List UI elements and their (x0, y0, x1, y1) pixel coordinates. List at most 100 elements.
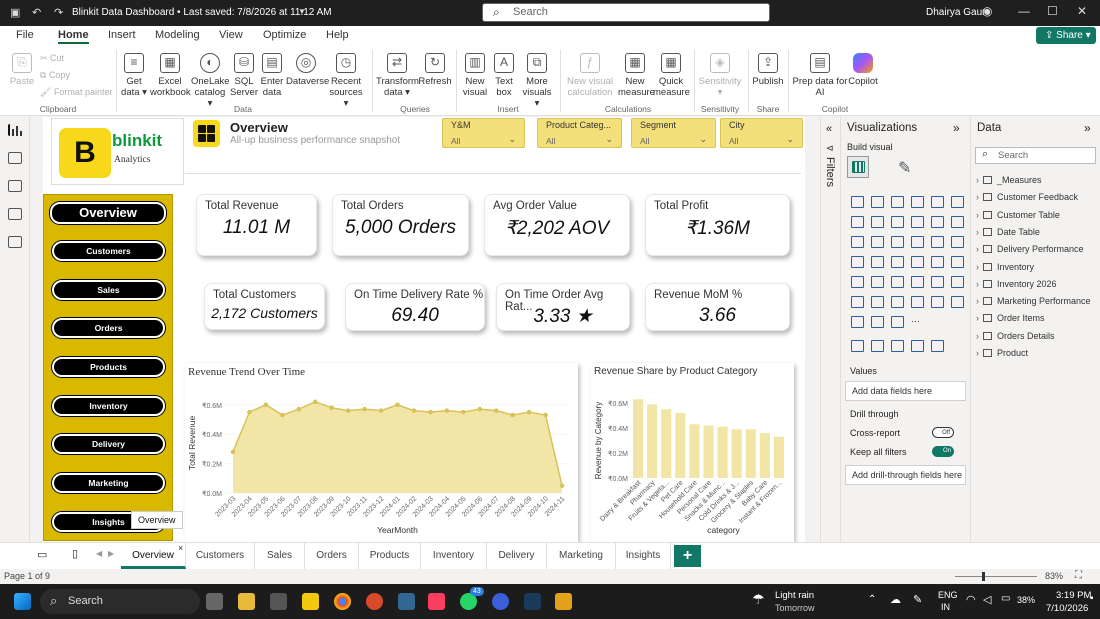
visual-type-icon[interactable] (931, 276, 944, 288)
slicer-city[interactable]: City All ⌄ (720, 118, 803, 148)
kpi-card-total-revenue[interactable]: Total Revenue 11.01 M (196, 194, 317, 256)
data-table-item[interactable]: › Inventory (976, 262, 1034, 272)
get-data-button[interactable]: ≡ Get data ▾ (120, 53, 148, 98)
cross-report-toggle[interactable]: Off (932, 427, 954, 438)
visual-type-icon[interactable] (931, 236, 944, 248)
kpi-card-total-customers[interactable]: Total Customers 2,172 Customers (204, 283, 325, 330)
nav-marketing-button[interactable]: Marketing (52, 473, 165, 493)
sensitivity-button[interactable]: ◈ Sensitivity ▾ (698, 53, 742, 98)
visual-type-icon[interactable] (931, 216, 944, 228)
data-table-item[interactable]: › Orders Details (976, 331, 1055, 341)
page-tab-sales[interactable]: Sales (255, 543, 305, 569)
data-search-input[interactable]: ⌕ Search (975, 147, 1096, 164)
nav-products-button[interactable]: Products (52, 357, 165, 377)
chevron-up-icon[interactable]: ⌃ (868, 594, 876, 605)
music-icon[interactable] (428, 593, 445, 610)
page-tab-customers[interactable]: Customers (186, 543, 255, 569)
power-bi-icon[interactable] (302, 593, 319, 610)
page-tab-insights[interactable]: Insights (616, 543, 671, 569)
format-visual-icon[interactable]: ✎ (898, 158, 911, 178)
keep-filters-toggle[interactable]: On (932, 446, 954, 457)
onelake-catalog-button[interactable]: ◐ OneLake catalog ▾ (191, 53, 230, 109)
menu-view[interactable]: View (219, 29, 243, 41)
collapse-filters-icon[interactable]: « (826, 123, 832, 135)
visual-type-icon[interactable] (871, 256, 884, 268)
visual-type-icon[interactable] (871, 216, 884, 228)
data-table-item[interactable]: › Marketing Performance (976, 296, 1091, 306)
add-page-button[interactable]: + (674, 545, 701, 567)
visual-type-icon[interactable] (891, 340, 904, 352)
data-table-item[interactable]: › Customer Table (976, 210, 1060, 220)
recent-sources-button[interactable]: ◷ Recent sources ▾ (326, 53, 366, 109)
page-tab-products[interactable]: Products (359, 543, 421, 569)
visual-type-icon[interactable] (891, 296, 904, 308)
visual-type-icon[interactable] (871, 236, 884, 248)
visual-type-icon[interactable] (851, 216, 864, 228)
save-icon[interactable]: ▣ (10, 6, 20, 19)
prep-data-ai-button[interactable]: ▤ Prep data for AI (792, 53, 848, 98)
page-tab-delivery[interactable]: Delivery (487, 543, 547, 569)
visual-type-icon[interactable] (871, 196, 884, 208)
visual-type-icon[interactable] (911, 216, 924, 228)
menu-modeling[interactable]: Modeling (155, 29, 200, 41)
data-table-item[interactable]: › Order Items (976, 313, 1045, 323)
visual-type-icon[interactable] (931, 196, 944, 208)
visual-type-icon[interactable] (871, 276, 884, 288)
collapse-viz-icon[interactable]: » (953, 121, 960, 135)
model-view-icon[interactable] (8, 180, 22, 192)
cloud-icon[interactable]: ☁ (890, 593, 901, 606)
tmdl-view-icon[interactable] (8, 236, 22, 248)
layers-icon[interactable] (555, 593, 572, 610)
transform-data-button[interactable]: ⇄ Transform data ▾ (376, 53, 419, 98)
nav-orders-button[interactable]: Orders (52, 318, 165, 338)
values-well[interactable]: Add data fields here (845, 381, 966, 401)
zoom-slider-thumb[interactable] (982, 572, 985, 581)
tabs-next-icon[interactable]: ▶ (108, 549, 114, 558)
visual-type-icon[interactable] (951, 216, 964, 228)
terminal-icon[interactable] (524, 593, 541, 610)
kpi-card-order-rating[interactable]: On Time Order Avg Rat... 3.33 ★ (496, 283, 630, 331)
publish-button[interactable]: ⇪ Publish (752, 53, 784, 87)
kpi-card-on-time-delivery[interactable]: On Time Delivery Rate % 69.40 (345, 283, 485, 331)
visual-type-icon[interactable] (951, 256, 964, 268)
mobile-layout-icon[interactable]: ▯ (72, 547, 78, 560)
slicer-product-category[interactable]: Product Categ... All ⌄ (537, 118, 622, 148)
menu-optimize[interactable]: Optimize (263, 29, 306, 41)
visual-type-icon[interactable] (871, 340, 884, 352)
file-explorer-icon[interactable] (238, 593, 255, 610)
visual-type-icon[interactable] (951, 296, 964, 308)
nav-delivery-button[interactable]: Delivery (52, 434, 165, 454)
visual-type-icon[interactable] (891, 216, 904, 228)
page-tab-overview[interactable]: Overview (121, 543, 186, 569)
menu-home[interactable]: Home (58, 29, 89, 44)
nav-sales-button[interactable]: Sales (52, 280, 165, 300)
close-icon[interactable]: ✕ (1077, 4, 1087, 18)
nav-inventory-button[interactable]: Inventory (52, 396, 165, 416)
close-tab-icon[interactable]: × (178, 543, 183, 553)
taskbar-search[interactable]: ⌕ Search (40, 589, 200, 614)
visual-type-icon[interactable] (871, 316, 884, 328)
nav-customers-button[interactable]: Customers (52, 241, 165, 261)
data-table-item[interactable]: › Product (976, 348, 1028, 358)
visual-type-icon[interactable] (911, 296, 924, 308)
data-table-item[interactable]: › Delivery Performance (976, 244, 1084, 254)
revenue-share-chart[interactable]: Revenue Share by Product Category ₹0.0M ₹… (591, 363, 794, 542)
build-visual-tab[interactable] (847, 156, 869, 178)
maximize-icon[interactable]: ☐ (1047, 4, 1058, 18)
kpi-card-total-profit[interactable]: Total Profit ₹1.36M (645, 194, 790, 256)
store-icon[interactable] (270, 593, 287, 610)
dax-query-icon[interactable] (8, 208, 22, 220)
visual-type-icon[interactable] (851, 196, 864, 208)
slicer-ym[interactable]: Y&M All ⌄ (442, 118, 525, 148)
visual-type-icon[interactable] (891, 276, 904, 288)
kpi-card-revenue-mom[interactable]: Revenue MoM % 3.66 (645, 283, 790, 331)
pen-icon[interactable]: ✎ (913, 593, 922, 606)
excel-workbook-button[interactable]: ▦ Excel workbook (150, 53, 191, 98)
format-painter-button[interactable]: 🖌 Format painter (40, 87, 112, 98)
menu-help[interactable]: Help (326, 29, 349, 41)
report-view-icon[interactable] (8, 124, 22, 136)
data-table-item[interactable]: › _Measures (976, 175, 1042, 185)
data-table-item[interactable]: › Date Table (976, 227, 1040, 237)
visual-type-icon[interactable] (891, 196, 904, 208)
page-tab-inventory[interactable]: Inventory (421, 543, 487, 569)
